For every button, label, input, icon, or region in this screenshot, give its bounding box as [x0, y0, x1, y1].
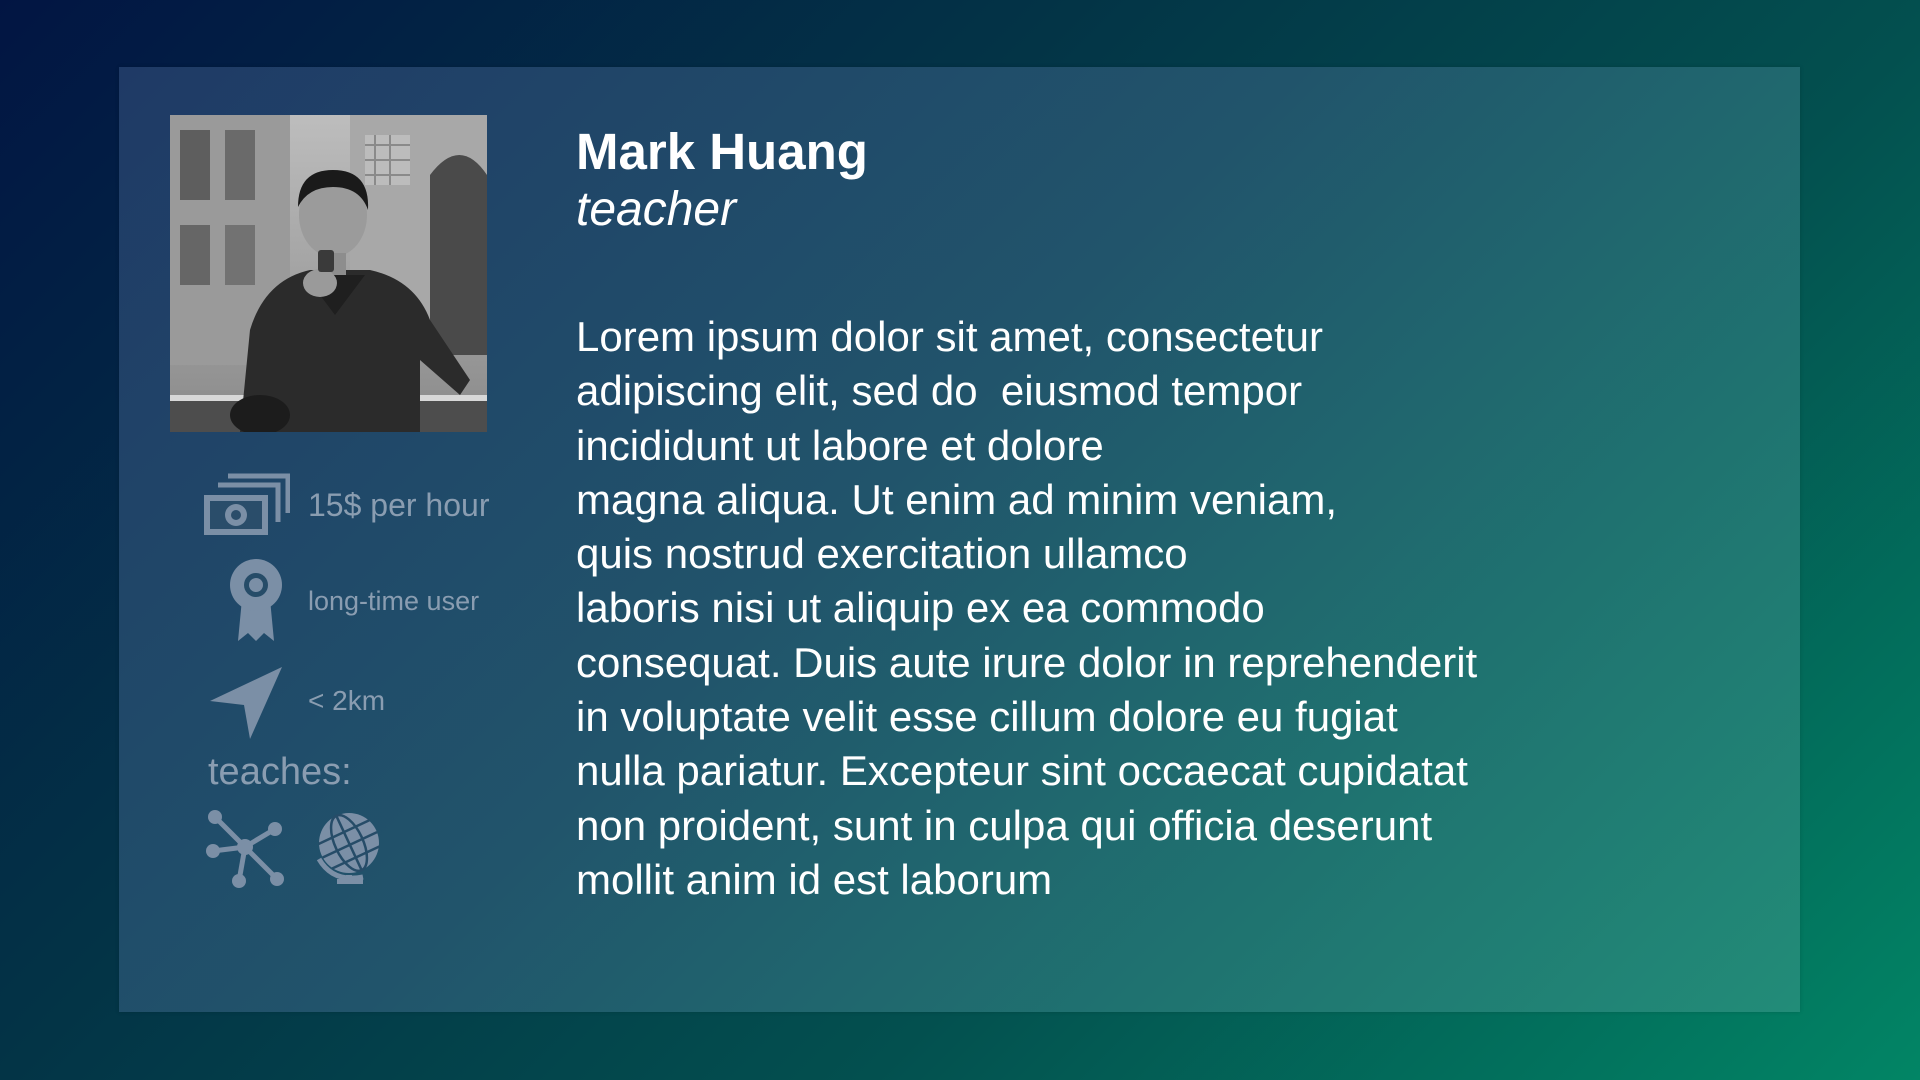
location-arrow-icon — [204, 661, 294, 741]
badge-row: long-time user — [204, 559, 480, 641]
profile-photo — [170, 115, 487, 432]
profile-card: 15$ per hour long-time user < 2km teache… — [119, 67, 1800, 1012]
globe-icon — [313, 809, 383, 896]
subject-icons — [205, 809, 383, 896]
bio-line: laboris nisi ut aliquip ex ea commodo — [576, 584, 1265, 632]
bio-line: adipiscing elit, sed do eiusmod tempor — [576, 367, 1303, 415]
bio-line: nulla pariatur. Excepteur sint occaecat … — [576, 747, 1468, 795]
molecule-icon — [205, 809, 285, 896]
teaches-label: teaches: — [208, 751, 352, 793]
bio-line: in voluptate velit esse cillum dolore eu… — [576, 693, 1398, 741]
award-ribbon-icon — [204, 559, 294, 641]
bio-line: consequat. Duis aute irure dolor in repr… — [576, 638, 1478, 686]
profile-bio: Lorem ipsum dolor sit amet, consectetur … — [576, 310, 1716, 907]
distance-row: < 2km — [204, 661, 385, 741]
bio-line: quis nostrud exercitation ullamco — [576, 530, 1188, 578]
distance-text: < 2km — [308, 685, 386, 716]
bio-line: mollit anim id est laborum — [576, 855, 1053, 903]
profile-role: teacher — [576, 183, 737, 236]
bio-line: magna aliqua. Ut enim ad minim veniam, — [576, 475, 1338, 523]
price-row: 15$ per hour — [204, 465, 489, 545]
bio-line: Lorem ipsum dolor sit amet, consectetur — [576, 313, 1323, 360]
bio-line: incididunt ut labore et dolore — [576, 421, 1104, 469]
money-bills-icon — [204, 465, 294, 545]
bio-line: non proident, sunt in culpa qui officia … — [576, 801, 1433, 849]
badge-text: long-time user — [308, 585, 480, 616]
price-text: 15$ per hour — [308, 486, 490, 523]
profile-name: Mark Huang — [576, 123, 868, 180]
